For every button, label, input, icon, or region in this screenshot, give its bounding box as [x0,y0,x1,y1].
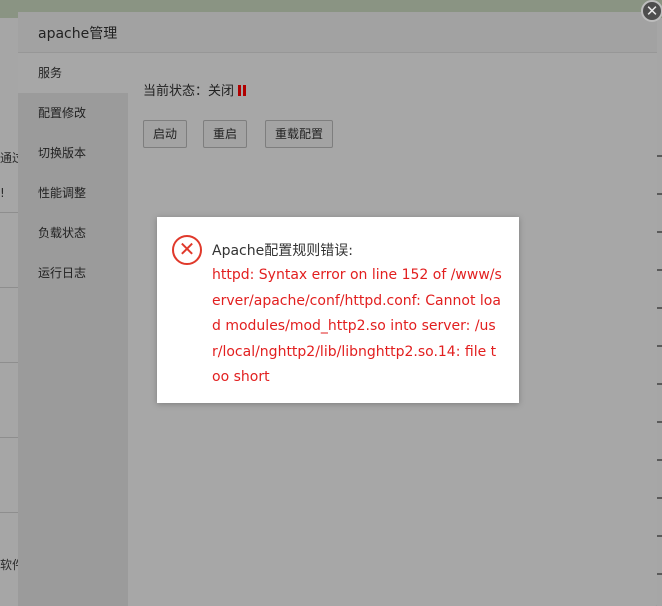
sidebar-item-switch-version[interactable]: 切换版本 [18,133,128,173]
background-edge-mark [657,497,662,499]
sidebar-item-run-log[interactable]: 运行日志 [18,253,128,293]
background-edge-mark [657,421,662,423]
background-edge-mark [657,307,662,309]
close-icon[interactable]: ✕ [641,0,662,22]
background-edge-mark [657,535,662,537]
start-button[interactable]: 启动 [143,120,188,148]
background-left-column [0,18,18,606]
background-edge-mark [657,231,662,233]
service-status: 当前状态：关闭 [143,80,247,99]
reload-config-button[interactable]: 重载配置 [265,120,334,148]
background-edge-mark [657,345,662,347]
background-text-fragment: ! [0,186,5,200]
modal-title: apache管理 [38,26,118,42]
service-status-label: 当前状态：关闭 [143,84,235,99]
background-edge-mark [657,193,662,195]
background-divider [0,512,18,513]
background-edge-mark [657,383,662,385]
error-message: httpd: Syntax error on line 152 of /www/… [212,267,502,385]
background-edge-mark [657,459,662,461]
restart-button[interactable]: 重启 [203,120,248,148]
error-title: Apache配置规则错误: [212,243,353,259]
sidebar-item-service[interactable]: 服务 [18,53,128,93]
error-x-icon: ✕ [172,235,202,265]
pause-icon [238,85,247,96]
background-edge-mark [657,269,662,271]
sidebar-item-load-status[interactable]: 负载状态 [18,213,128,253]
modal-header: apache管理 [18,12,657,53]
background-divider [0,437,18,438]
background-divider [0,212,18,213]
sidebar-item-config[interactable]: 配置修改 [18,93,128,133]
background-edge-mark [657,573,662,575]
background-edge-mark [657,155,662,157]
sidebar-item-performance[interactable]: 性能调整 [18,173,128,213]
modal-sidebar: 服务 配置修改 切换版本 性能调整 负载状态 运行日志 [18,53,128,606]
background-divider [0,287,18,288]
background-divider [0,362,18,363]
background-right-column [657,18,662,606]
error-dialog: ✕ Apache配置规则错误: httpd: Syntax error on l… [157,217,519,403]
